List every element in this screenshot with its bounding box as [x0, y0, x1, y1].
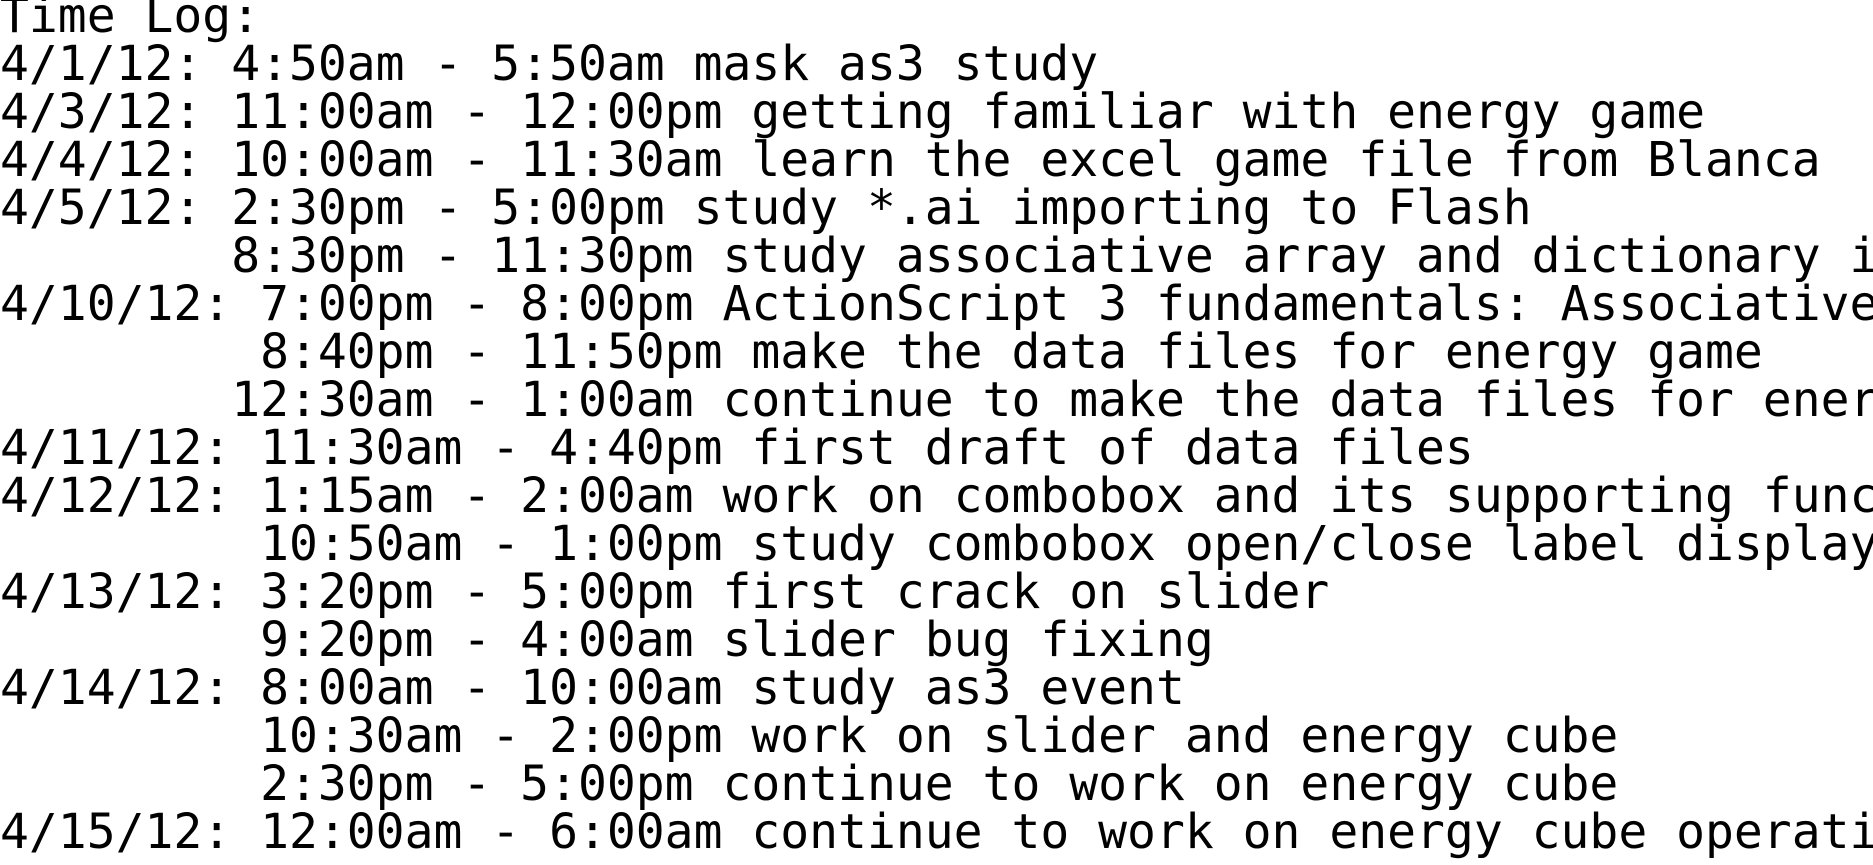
- log-entry: 4/10/12: 7:00pm - 8:00pm ActionScript 3 …: [0, 276, 1873, 332]
- log-entry: 9:20pm - 4:00am slider bug fixing: [0, 612, 1214, 668]
- log-entry: 4/3/12: 11:00am - 12:00pm getting famili…: [0, 84, 1706, 140]
- log-entry: 12:30am - 1:00am continue to make the da…: [0, 372, 1873, 428]
- log-entry: 4/12/12: 1:15am - 2:00am work on combobo…: [0, 468, 1873, 524]
- time-log-document: Time Log: 4/1/12: 4:50am - 5:50am mask a…: [0, 0, 1873, 865]
- log-entry: 10:50am - 1:00pm study combobox open/clo…: [0, 516, 1873, 572]
- log-entry: 4/14/12: 8:00am - 10:00am study as3 even…: [0, 660, 1185, 716]
- log-entry: 10:30am - 2:00pm work on slider and ener…: [0, 708, 1619, 764]
- log-entry: 4/15/12: 12:00am - 6:00am continue to wo…: [0, 804, 1873, 860]
- log-entry: 4/1/12: 4:50am - 5:50am mask as3 study: [0, 36, 1099, 92]
- log-entry: 4/11/12: 11:30am - 4:40pm first draft of…: [0, 420, 1474, 476]
- log-entry: 4/4/12: 10:00am - 11:30am learn the exce…: [0, 132, 1821, 188]
- log-entry: 8:30pm - 11:30pm study associative array…: [0, 228, 1873, 284]
- time-log-heading: Time Log:: [0, 0, 261, 44]
- log-entry: 4/13/12: 3:20pm - 5:00pm first crack on …: [0, 564, 1330, 620]
- log-entry: 8:40pm - 11:50pm make the data files for…: [0, 324, 1763, 380]
- log-entry: 2:30pm - 5:00pm continue to work on ener…: [0, 756, 1619, 812]
- log-entry: 4/5/12: 2:30pm - 5:00pm study *.ai impor…: [0, 180, 1532, 236]
